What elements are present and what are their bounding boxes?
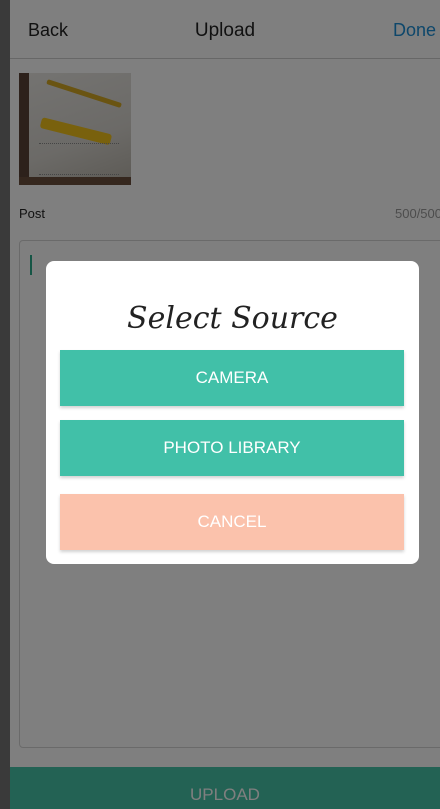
select-source-dialog: Select Source CAMERA PHOTO LIBRARY CANCE… — [46, 261, 419, 564]
cancel-button[interactable]: CANCEL — [60, 494, 404, 550]
dialog-title: Select Source — [127, 301, 338, 336]
photo-library-button[interactable]: PHOTO LIBRARY — [60, 420, 404, 476]
camera-button[interactable]: CAMERA — [60, 350, 404, 406]
